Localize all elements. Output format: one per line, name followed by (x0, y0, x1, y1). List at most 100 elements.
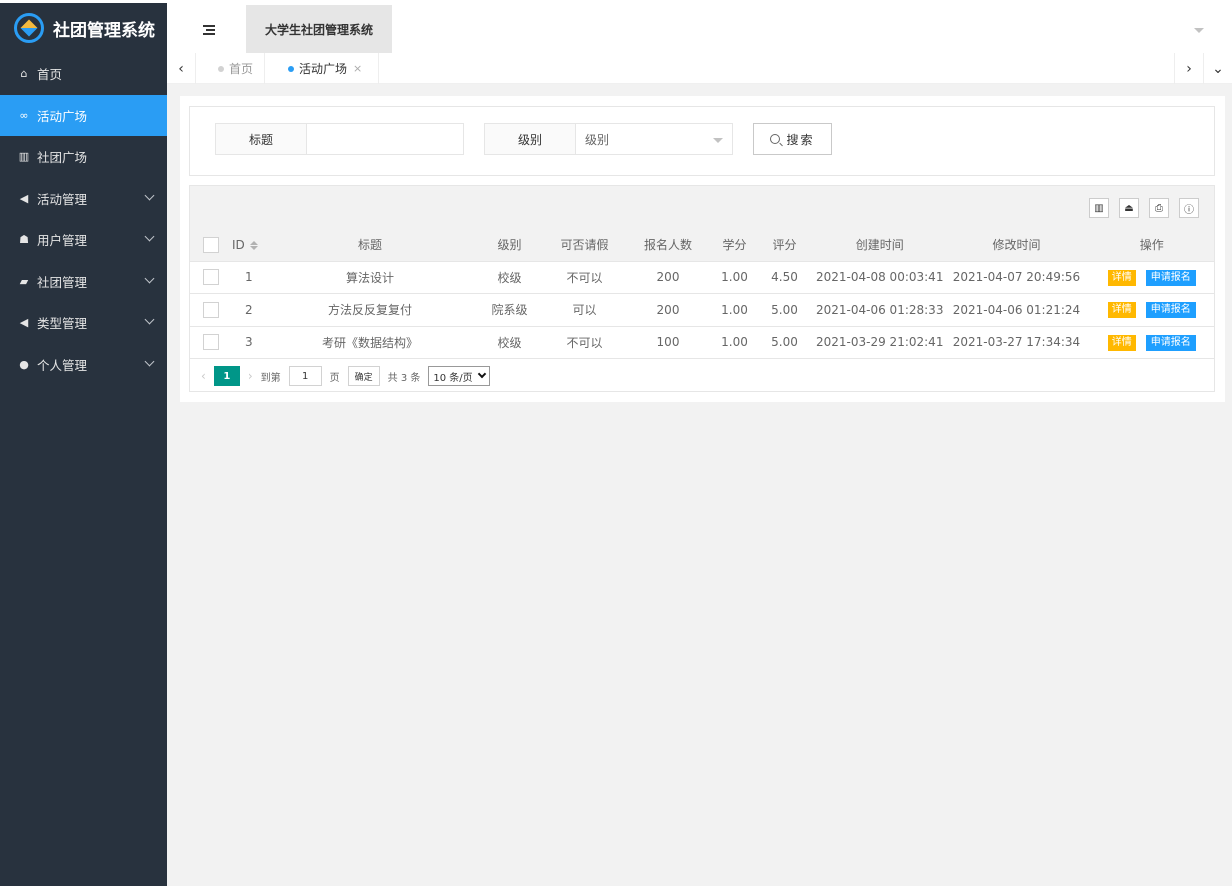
cell-created: 2021-03-29 21:02:41 (816, 326, 944, 359)
tab-label: 首页 (229, 62, 254, 76)
col-id-label: ID (232, 237, 245, 252)
detail-button[interactable]: 详情 (1107, 334, 1136, 351)
table-row[interactable]: 2 方法反反复复付 院系级 可以 200 1.00 5.00 2021-04-06 01:28… (190, 293, 1214, 327)
row-select-cell (190, 261, 232, 294)
sidebar-menu: ⌂ 首页 ∞ 活动广场 ▥ 社团广场 ◀ 活动管理 ☗ 用户管理 ▰ 社团管理 ◀ 类型管理 ● 个人管理 (0, 53, 167, 385)
sidebar-item-6[interactable]: ◀ 类型管理 (0, 302, 167, 344)
search-icon (770, 134, 781, 144)
table-header-row: ID 标题 级别 可否请假 报名人数 学分 评分 创建时间 修改时间 操作 (190, 229, 1214, 262)
detail-button[interactable]: 详情 (1107, 302, 1136, 319)
row-select-cell (190, 293, 232, 327)
user-dropdown-caret-icon[interactable] (1194, 28, 1204, 33)
chevron-down-icon (144, 231, 155, 242)
chevron-down-icon (144, 356, 155, 366)
sidebar-item-7[interactable]: ● 个人管理 (0, 344, 167, 386)
sidebar-item-4[interactable]: ☗ 用户管理 (0, 219, 167, 261)
search-button-label: 搜索 (786, 132, 815, 147)
cell-level: 校级 (470, 326, 549, 359)
app-logo[interactable]: 社团管理系统 (0, 0, 167, 53)
table-row[interactable]: 1 算法设计 校级 不可以 200 1.00 4.50 2021-04-08 00:03:41… (190, 261, 1214, 294)
chevron-down-icon (144, 314, 155, 325)
logo-icon (14, 13, 44, 43)
row-checkbox[interactable] (203, 269, 219, 286)
cell-title: 考研《数据结构》 (270, 326, 470, 359)
cell-count: 200 (620, 261, 716, 294)
cell-count: 100 (620, 326, 716, 359)
table-row[interactable]: 3 考研《数据结构》 校级 不可以 100 1.00 5.00 2021-03-29 21:0… (190, 326, 1214, 359)
row-checkbox[interactable] (203, 334, 219, 351)
goto-suffix: 页 (329, 372, 340, 384)
cell-created: 2021-04-08 00:03:41 (816, 261, 944, 294)
binoculars-icon: ∞ (19, 108, 29, 122)
sidebar-item-label: 活动管理 (37, 191, 88, 207)
cell-title: 方法反反复复付 (270, 293, 470, 327)
cell-actions: 详情 申请报名 (1089, 261, 1214, 294)
cell-credit: 1.00 (716, 326, 753, 359)
level-field-label: 级别 (485, 124, 576, 154)
sidebar-item-label: 活动广场 (37, 108, 88, 124)
cell-leave: 可以 (549, 293, 620, 327)
apply-button[interactable]: 申请报名 (1145, 334, 1196, 351)
info-icon[interactable]: ⓘ (1179, 198, 1199, 218)
next-page-icon[interactable]: › (248, 369, 253, 383)
tab-dot-icon (218, 65, 224, 72)
sidebar-item-5[interactable]: ▰ 社团管理 (0, 261, 167, 303)
tabs-scroll-left-icon[interactable]: ‹ (167, 53, 196, 84)
sidebar-item-1[interactable]: ∞ 活动广场 (0, 94, 167, 136)
menu-toggle-icon[interactable] (203, 25, 215, 37)
users-icon: ☗ (19, 233, 29, 247)
level-select-value: 级别 (585, 132, 610, 147)
total-count: 共 3 条 (387, 372, 421, 384)
col-id[interactable]: ID (232, 229, 270, 262)
sidebar-item-label: 个人管理 (37, 357, 88, 373)
prev-page-icon[interactable]: ‹ (201, 369, 206, 383)
sort-icon[interactable] (249, 240, 258, 250)
select-all-checkbox[interactable] (203, 236, 219, 253)
paper-plane-icon: ◀ (19, 191, 29, 205)
search-button[interactable]: 搜索 (753, 123, 832, 155)
apply-button[interactable]: 申请报名 (1145, 302, 1196, 319)
cell-actions: 详情 申请报名 (1089, 293, 1214, 327)
current-page[interactable]: 1 (213, 366, 240, 386)
level-search-field: 级别 级别 (484, 123, 733, 155)
page-size-select[interactable]: 10 条/页 (428, 366, 490, 386)
tabs-scroll-right-icon[interactable]: › (1174, 53, 1203, 84)
cell-count: 200 (620, 293, 716, 327)
goto-confirm-button[interactable]: 确定 (347, 366, 380, 386)
home-icon: ⌂ (20, 67, 28, 81)
activity-table: ID 标题 级别 可否请假 报名人数 学分 评分 创建时间 修改时间 操作 1算… (190, 229, 1214, 359)
tab-close-icon[interactable]: × (353, 62, 362, 75)
tab-home[interactable]: 首页 (207, 53, 265, 84)
cell-score: 5.00 (753, 326, 816, 359)
sidebar-item-0[interactable]: ⌂ 首页 (0, 53, 167, 95)
col-score: 评分 (753, 229, 816, 262)
table-body: 1 算法设计 校级 不可以 200 1.00 4.50 2021-04-08 00:03:41… (190, 261, 1214, 359)
sidebar-item-2[interactable]: ▥ 社团广场 (0, 136, 167, 178)
apply-button[interactable]: 申请报名 (1145, 269, 1196, 286)
sidebar-item-3[interactable]: ◀ 活动管理 (0, 178, 167, 220)
tab-activity-square[interactable]: 活动广场 × (277, 53, 379, 84)
data-table: ▥ ⏏ ⎙ ⓘ ID 标题 级别 可否请假 报名人数 学分 评分 创建时间 修改… (189, 185, 1215, 392)
col-actions: 操作 (1089, 229, 1214, 262)
sidebar-item-label: 社团广场 (37, 150, 88, 166)
book-icon: ▰ (19, 274, 29, 288)
tabs-menu-chevron-icon[interactable]: ⌄ (1203, 53, 1232, 84)
select-caret-icon (713, 138, 723, 143)
top-header: 大学生社团管理系统 (167, 0, 1232, 53)
title-input[interactable] (307, 124, 463, 154)
print-icon[interactable]: ⎙ (1149, 198, 1169, 218)
table-toolbar: ▥ ⏏ ⎙ ⓘ (190, 186, 1214, 229)
export-icon[interactable]: ⏏ (1119, 198, 1139, 218)
row-checkbox[interactable] (203, 301, 219, 318)
header-title[interactable]: 大学生社团管理系统 (246, 5, 392, 53)
level-select[interactable]: 级别 (576, 124, 732, 154)
sidebar-item-label: 社团管理 (37, 274, 88, 290)
goto-page-input[interactable]: 1 (288, 366, 322, 386)
tab-dot-icon (288, 65, 294, 72)
sidebar-item-label: 首页 (37, 67, 63, 83)
detail-button[interactable]: 详情 (1107, 269, 1136, 286)
sidebar-item-label: 用户管理 (37, 233, 88, 249)
columns-filter-icon[interactable]: ▥ (1089, 198, 1109, 218)
bank-icon: ▥ (18, 150, 30, 164)
search-form: 标题 级别 级别 搜索 (189, 106, 1215, 176)
